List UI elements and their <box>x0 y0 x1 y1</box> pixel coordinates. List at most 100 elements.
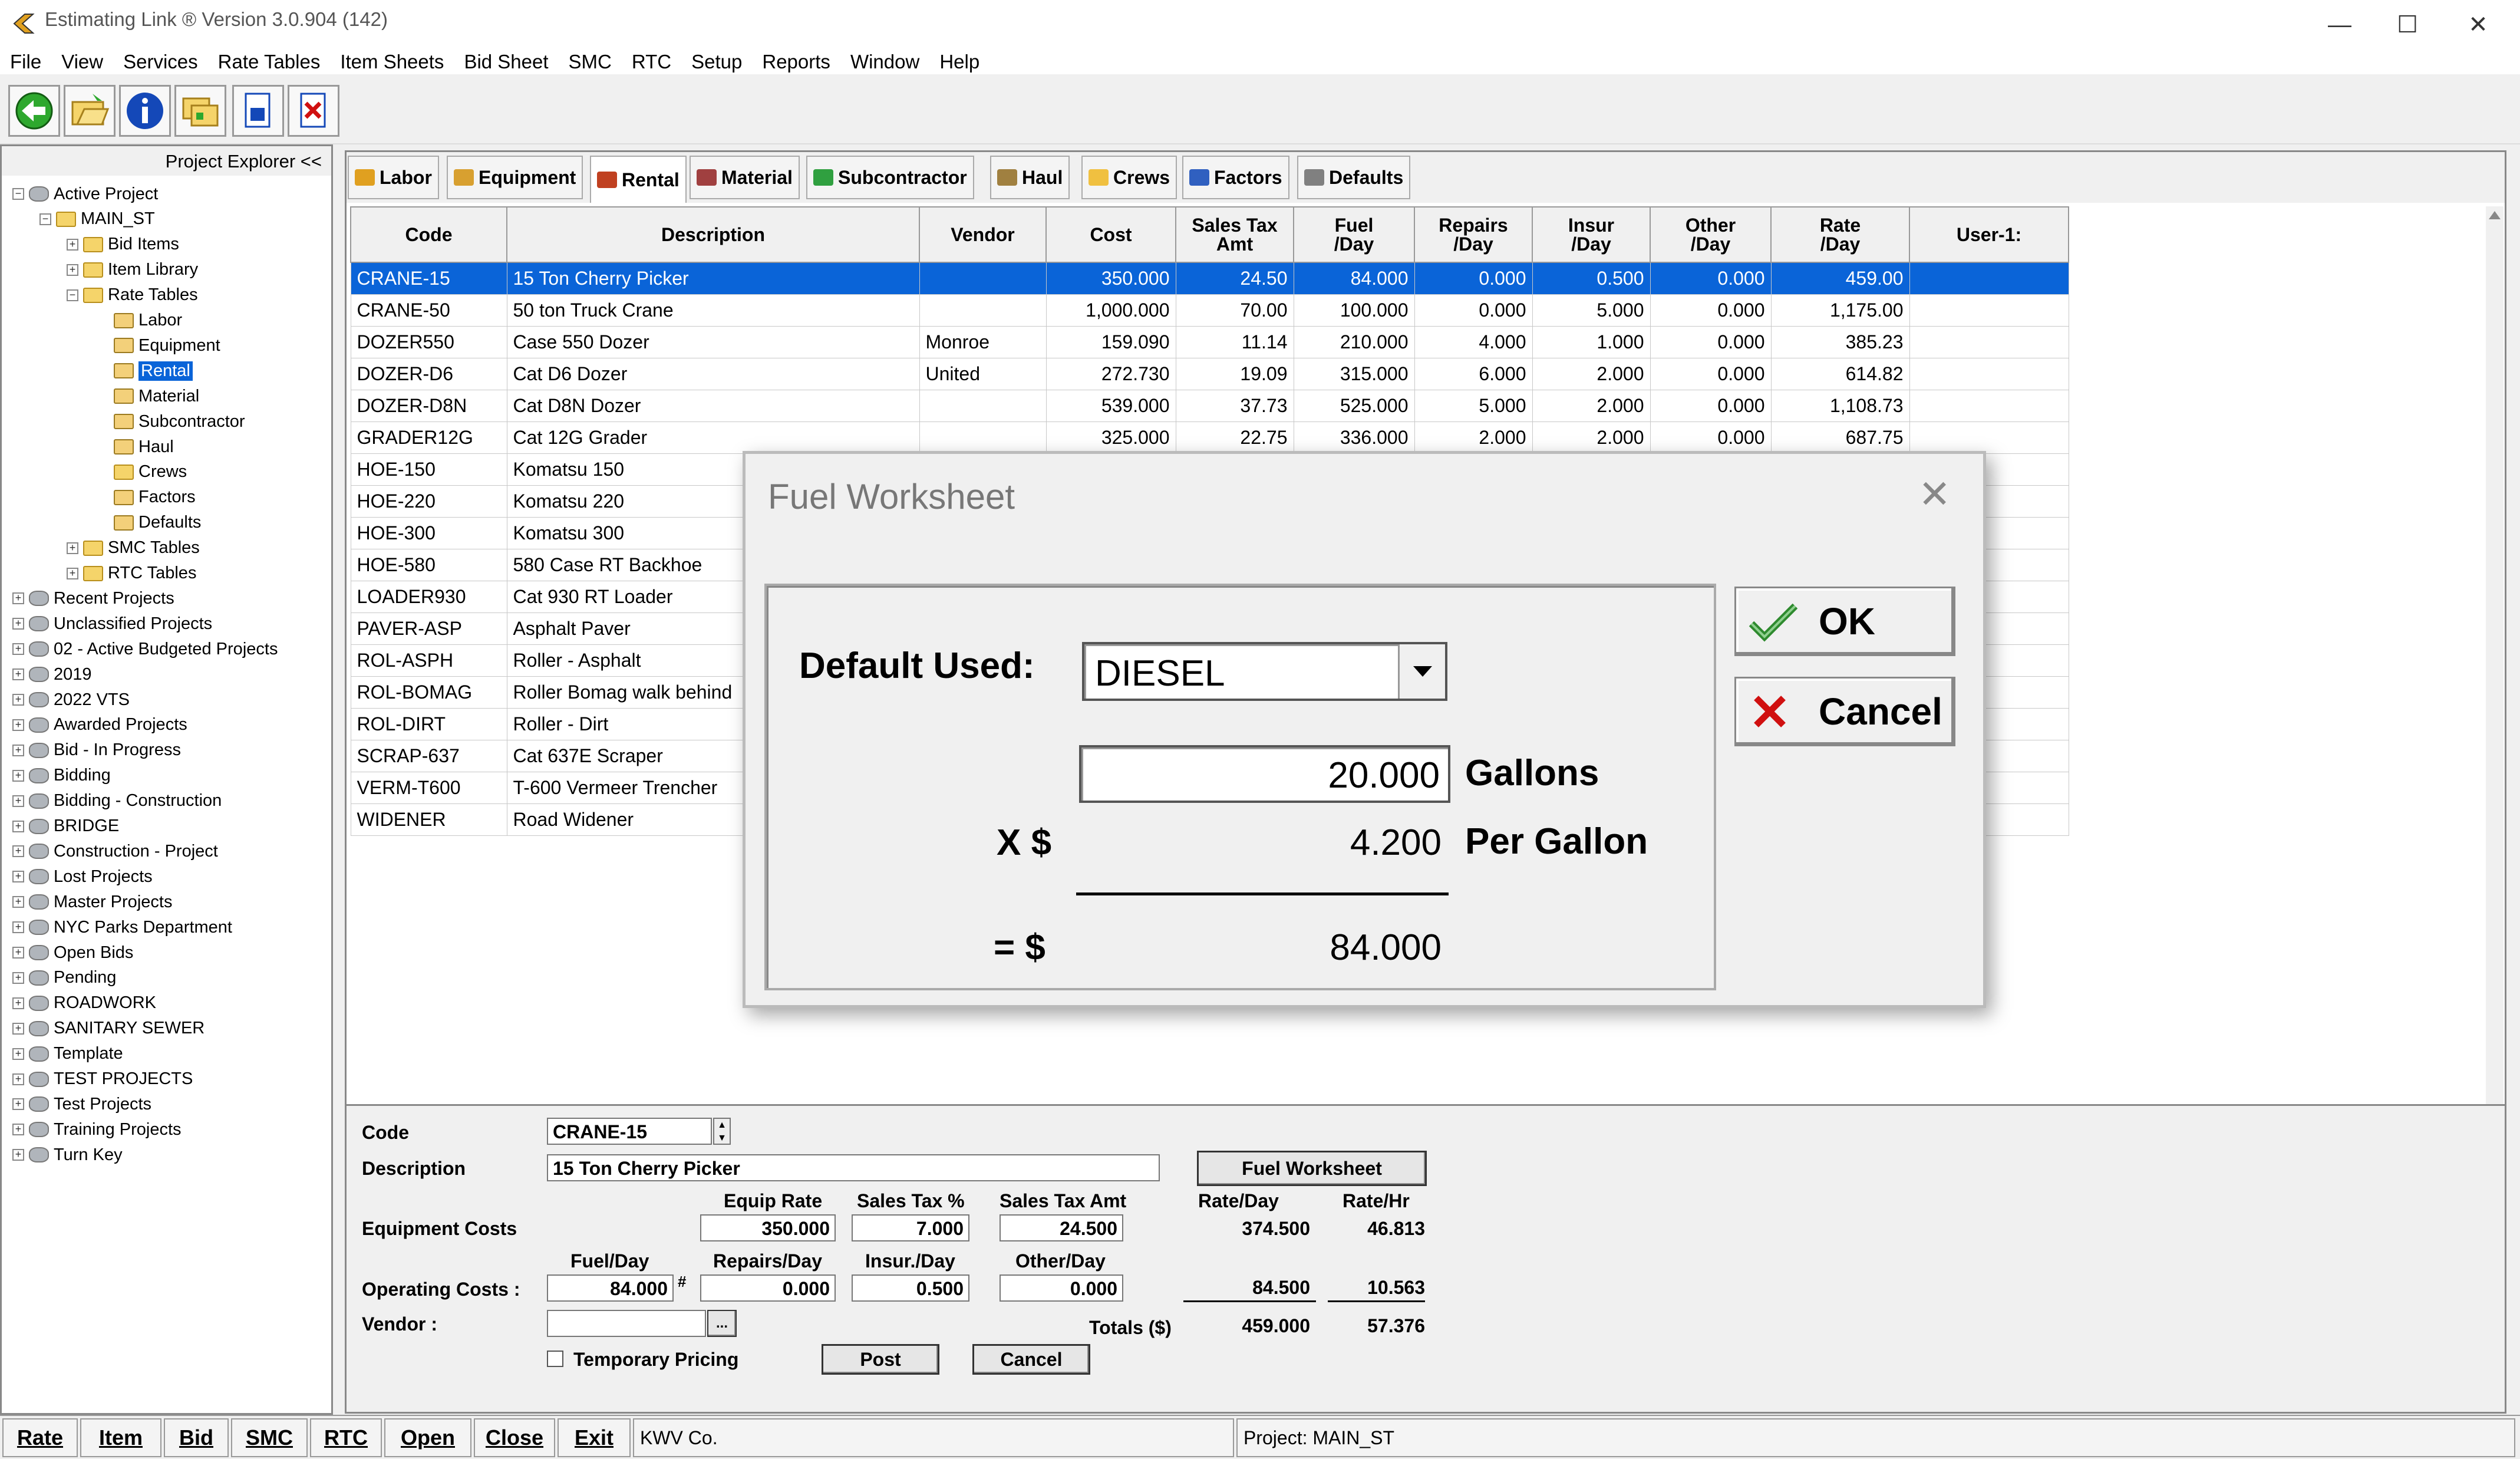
tree-node[interactable]: + Item Library <box>67 258 198 282</box>
expand-toggle-icon[interactable]: + <box>12 1098 24 1111</box>
expand-toggle-icon[interactable]: + <box>12 618 24 630</box>
table-cell[interactable]: 5.000 <box>1414 389 1533 422</box>
code-spinner[interactable]: ▲ ▼ <box>713 1118 731 1145</box>
table-cell[interactable]: 84.000 <box>1293 262 1415 295</box>
table-cell[interactable]: HOE-220 <box>350 485 507 518</box>
table-row[interactable]: DOZER-D6 Cat D6 Dozer United 272.730 19.09 31… <box>350 357 2069 390</box>
table-cell[interactable]: 272.730 <box>1045 357 1176 390</box>
table-cell[interactable]: Monroe <box>919 325 1047 358</box>
tree-node[interactable]: + Pending <box>12 966 116 990</box>
table-cell[interactable]: 1,000.000 <box>1045 294 1176 327</box>
maximize-button[interactable]: ☐ <box>2375 5 2440 45</box>
table-cell[interactable]: 1.000 <box>1532 325 1651 358</box>
column-header[interactable]: Rate /Day <box>1770 206 1910 263</box>
column-header[interactable]: User-1: <box>1909 206 2069 263</box>
menu-file[interactable]: File <box>0 51 51 73</box>
table-cell[interactable]: GRADER12G <box>350 421 507 454</box>
expand-toggle-icon[interactable]: + <box>12 1022 24 1035</box>
tree-node[interactable]: + Construction - Project <box>12 839 218 864</box>
fuel-day-input[interactable]: 84.000 <box>547 1274 674 1302</box>
table-cell[interactable] <box>919 262 1047 295</box>
tab-factors[interactable]: Factors <box>1182 156 1289 199</box>
expand-toggle-icon[interactable]: + <box>12 871 24 883</box>
expand-toggle-icon[interactable]: + <box>12 1073 24 1085</box>
table-cell[interactable]: 1,175.00 <box>1770 294 1910 327</box>
table-cell[interactable]: 539.000 <box>1045 389 1176 422</box>
tree-node[interactable]: + Template <box>12 1042 123 1066</box>
tree-node[interactable]: + BRIDGE <box>12 814 119 839</box>
table-cell[interactable]: 0.000 <box>1650 325 1772 358</box>
insur-day-input[interactable]: 0.500 <box>852 1274 969 1302</box>
vertical-scrollbar[interactable] <box>2486 206 2503 1108</box>
tree-node[interactable]: + Unclassified Projects <box>12 611 212 636</box>
document-button[interactable] <box>232 85 284 137</box>
table-cell[interactable]: 50 ton Truck Crane <box>506 294 920 327</box>
smc-button[interactable]: SMC <box>231 1418 308 1457</box>
other-day-input[interactable]: 0.000 <box>1000 1274 1123 1302</box>
expand-toggle-icon[interactable]: + <box>12 795 24 807</box>
table-cell[interactable] <box>1909 357 2069 390</box>
table-cell[interactable]: 70.00 <box>1175 294 1294 327</box>
vendor-lookup-button[interactable]: ... <box>707 1310 737 1337</box>
column-header[interactable]: Vendor <box>919 206 1047 263</box>
tab-equipment[interactable]: Equipment <box>447 156 583 199</box>
close-window-button[interactable]: ✕ <box>2446 5 2511 45</box>
tree-node[interactable]: +2022 VTS <box>12 687 130 712</box>
tree-node[interactable]: Haul <box>114 434 174 459</box>
temporary-pricing-checkbox[interactable] <box>547 1351 563 1367</box>
menu-view[interactable]: View <box>51 51 113 73</box>
tree-node[interactable]: − Active Project <box>12 182 158 206</box>
bid-button[interactable]: Bid <box>164 1418 229 1457</box>
table-cell[interactable]: 459.00 <box>1770 262 1910 295</box>
sales-tax-amt-input[interactable]: 24.500 <box>1000 1214 1123 1241</box>
table-cell[interactable]: HOE-150 <box>350 453 507 486</box>
menu-rate-tables[interactable]: Rate Tables <box>208 51 331 73</box>
table-cell[interactable]: DOZER-D6 <box>350 357 507 390</box>
table-cell[interactable]: 210.000 <box>1293 325 1415 358</box>
gallons-input[interactable]: 20.000 <box>1079 745 1450 803</box>
tab-rental[interactable]: Rental <box>590 156 687 203</box>
table-cell[interactable]: 315.000 <box>1293 357 1415 390</box>
table-cell[interactable] <box>919 389 1047 422</box>
table-cell[interactable]: 2.000 <box>1532 357 1651 390</box>
expand-toggle-icon[interactable]: + <box>12 744 24 756</box>
table-cell[interactable]: Case 550 Dozer <box>506 325 920 358</box>
tree-node[interactable]: + Bid - In Progress <box>12 738 181 763</box>
table-cell[interactable]: 0.000 <box>1414 262 1533 295</box>
column-header[interactable]: Insur /Day <box>1532 206 1651 263</box>
table-cell[interactable]: DOZER-D8N <box>350 389 507 422</box>
tree-node[interactable]: + Master Projects <box>12 890 172 914</box>
explorer-header[interactable]: Project Explorer << <box>2 146 331 176</box>
expand-toggle-icon[interactable]: + <box>12 896 24 908</box>
expand-toggle-icon[interactable]: + <box>12 643 24 656</box>
table-cell[interactable]: 0.000 <box>1650 262 1772 295</box>
tab-subcontractor[interactable]: Subcontractor <box>806 156 974 199</box>
menu-reports[interactable]: Reports <box>752 51 840 73</box>
table-cell[interactable] <box>919 421 1047 454</box>
tree-node[interactable]: Crews <box>114 460 187 485</box>
tree-node[interactable]: Labor <box>114 308 182 333</box>
menu-help[interactable]: Help <box>929 51 989 73</box>
tree-node[interactable]: + TEST PROJECTS <box>12 1067 193 1092</box>
dropdown-button[interactable] <box>1398 644 1445 699</box>
tree-node[interactable]: + Training Projects <box>12 1117 182 1142</box>
table-cell[interactable]: VERM-T600 <box>350 771 507 804</box>
tree-node[interactable]: − Rate Tables <box>67 283 198 308</box>
table-cell[interactable]: ROL-DIRT <box>350 707 507 740</box>
fuel-type-select[interactable]: DIESEL <box>1082 642 1447 701</box>
table-cell[interactable]: 0.000 <box>1650 421 1772 454</box>
table-cell[interactable]: 0.000 <box>1414 294 1533 327</box>
tree-node[interactable]: Factors <box>114 485 196 510</box>
table-cell[interactable]: 385.23 <box>1770 325 1910 358</box>
column-header[interactable]: Sales Tax Amt <box>1175 206 1294 263</box>
menu-smc[interactable]: SMC <box>559 51 622 73</box>
rate-button[interactable]: Rate <box>2 1418 78 1457</box>
table-row[interactable]: GRADER12G Cat 12G Grader 325.000 22.75 336.0… <box>350 421 2069 454</box>
expand-toggle-icon[interactable]: + <box>67 238 78 251</box>
table-row[interactable]: DOZER550 Case 550 Dozer Monroe 159.090 11.14… <box>350 325 2069 358</box>
tree-node[interactable]: Equipment <box>114 333 220 358</box>
close-document-button[interactable] <box>288 85 339 137</box>
tree-node[interactable]: Rental <box>114 358 193 383</box>
expand-toggle-icon[interactable]: + <box>12 1048 24 1060</box>
table-cell[interactable]: Cat D6 Dozer <box>506 357 920 390</box>
